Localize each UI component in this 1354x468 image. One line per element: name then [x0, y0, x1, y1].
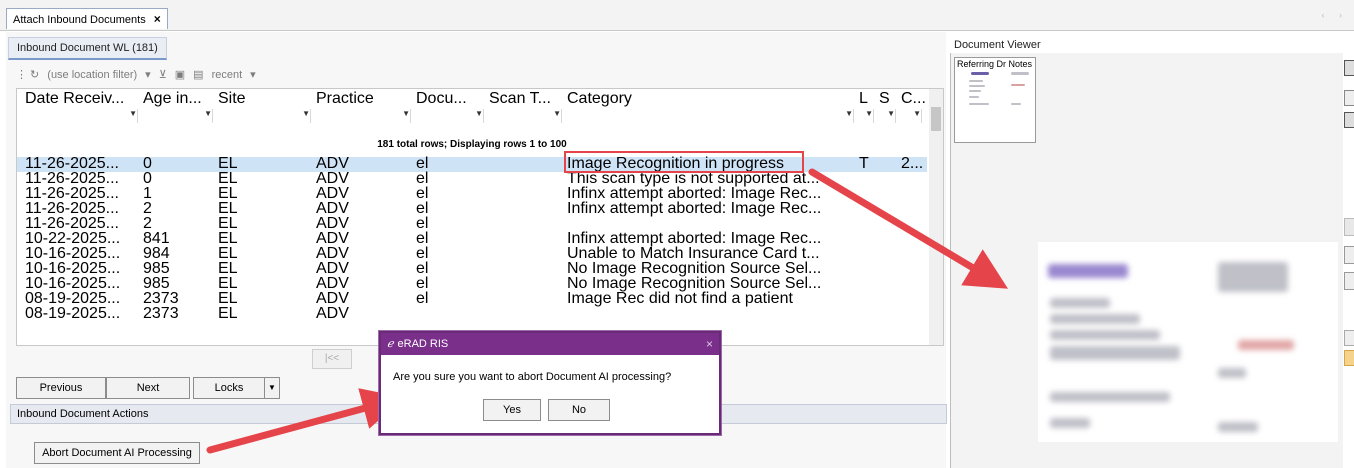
table-cell: 08-19-2025...: [25, 305, 121, 322]
document-thumbnail[interactable]: Referring Dr Notes: [954, 57, 1036, 143]
column-filter-icon[interactable]: ▼: [563, 109, 854, 123]
column-header[interactable]: Age in...: [143, 89, 218, 109]
column-filter-icon[interactable]: ▼: [214, 109, 311, 123]
table-cell: el: [416, 290, 429, 307]
column-header[interactable]: Category: [567, 89, 859, 109]
column-header[interactable]: Date Receiv...: [25, 89, 143, 109]
no-button[interactable]: No: [548, 399, 610, 421]
document-preview: [1038, 242, 1338, 442]
column-filter-icon[interactable]: ▼: [412, 109, 484, 123]
column-filter-icon[interactable]: ▼: [485, 109, 562, 123]
download-icon[interactable]: [1344, 330, 1354, 346]
erad-logo-icon: ℯ: [387, 337, 394, 350]
dialog-title: eRAD RIS: [397, 338, 449, 350]
column-header[interactable]: Docu...: [416, 89, 489, 109]
fit-page-icon[interactable]: [1344, 60, 1354, 76]
table-cell: 2373: [143, 305, 179, 322]
recent-icon[interactable]: ▤: [193, 69, 203, 81]
column-filter-icon[interactable]: ▼: [139, 109, 213, 123]
dialog-title-bar[interactable]: ℯ eRAD RIS ×: [381, 333, 719, 355]
abort-document-ai-button[interactable]: Abort Document AI Processing: [34, 442, 200, 464]
column-header[interactable]: L: [859, 89, 879, 109]
rotate-icon[interactable]: [1344, 112, 1354, 128]
table-cell: Infinx attempt aborted: Image Rec...: [567, 200, 822, 217]
column-filter-icon[interactable]: ▼: [312, 109, 411, 123]
zoom-icon[interactable]: [1344, 90, 1354, 106]
folder-icon[interactable]: [1344, 350, 1354, 366]
section-title: Inbound Document Actions: [17, 408, 149, 420]
column-filter-icon[interactable]: ▼: [855, 109, 874, 123]
column-filter-icon[interactable]: ▼: [897, 109, 922, 123]
tab-label: Attach Inbound Documents: [13, 14, 146, 26]
column-header[interactable]: Scan T...: [489, 89, 567, 109]
thumbnail-label: Referring Dr Notes: [957, 59, 1033, 69]
grid-vertical-scrollbar[interactable]: [929, 89, 943, 345]
recent-button[interactable]: recent: [212, 69, 243, 81]
locks-button[interactable]: Locks: [193, 377, 265, 399]
document-viewer-title: Document Viewer: [954, 39, 1041, 51]
next-button[interactable]: Next: [106, 377, 190, 399]
table-cell: Image Rec did not find a patient: [567, 290, 793, 307]
yes-button[interactable]: Yes: [483, 399, 541, 421]
pager-first-button[interactable]: |<<: [312, 349, 352, 369]
column-header[interactable]: C...: [901, 89, 927, 109]
tab-attach-inbound-documents[interactable]: Attach Inbound Documents ×: [6, 8, 168, 29]
dialog-message: Are you sure you want to abort Document …: [393, 371, 672, 383]
clear-filter-icon[interactable]: ⊻: [159, 69, 167, 81]
refresh-icon[interactable]: ⋮ ↻: [16, 69, 39, 81]
tab-close-icon[interactable]: ×: [154, 12, 161, 26]
tab-scroll-arrows-icon[interactable]: ‹ ›: [1322, 10, 1349, 20]
table-cell: ADV: [316, 305, 349, 322]
email-icon[interactable]: [1344, 246, 1354, 264]
row-count-summary: 181 total rows; Displaying rows 1 to 100: [377, 139, 567, 150]
dialog-close-icon[interactable]: ×: [706, 333, 713, 355]
column-header[interactable]: Practice: [316, 89, 416, 109]
worklist-grid[interactable]: Date Receiv... Age in... Site Practice Docu.…: [16, 88, 944, 346]
column-header[interactable]: S: [879, 89, 901, 109]
document-tab-strip: [0, 0, 1354, 31]
chevron-down-icon[interactable]: ▾: [145, 69, 151, 81]
category-highlight-box: [564, 151, 804, 173]
table-cell: 2...: [901, 155, 924, 172]
column-filter-icon[interactable]: ▼: [21, 109, 138, 123]
previous-button[interactable]: Previous: [16, 377, 106, 399]
save-layout-icon[interactable]: ▣: [175, 69, 185, 81]
overflow-icon[interactable]: ▾: [250, 69, 256, 81]
table-cell: EL: [218, 305, 238, 322]
tab-inbound-document-wl[interactable]: Inbound Document WL (181): [8, 37, 167, 60]
print-icon[interactable]: [1344, 218, 1354, 236]
settings-icon[interactable]: [1344, 272, 1354, 290]
column-header[interactable]: Site: [218, 89, 316, 109]
worklist-toolbar: ⋮ ↻ (use location filter) ▾ ⊻ ▣ ▤ recent ▾: [16, 64, 941, 86]
table-row[interactable]: 08-19-2025... 2373 EL ADV: [17, 305, 927, 322]
locks-dropdown-icon[interactable]: ▼: [264, 377, 280, 399]
table-cell: T: [859, 155, 869, 172]
location-filter-dropdown[interactable]: (use location filter): [47, 69, 137, 81]
confirm-abort-dialog: ℯ eRAD RIS × Are you sure you want to abo…: [379, 331, 721, 435]
scrollbar-thumb[interactable]: [931, 107, 941, 131]
column-filter-icon[interactable]: ▼: [875, 109, 896, 123]
